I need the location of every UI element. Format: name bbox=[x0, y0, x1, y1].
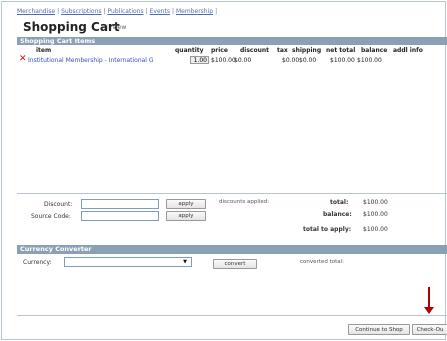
divider bbox=[17, 315, 447, 316]
nav-merchandise[interactable]: Merchandise bbox=[17, 8, 55, 15]
total-to-apply-label: total to apply: bbox=[303, 226, 352, 233]
nav-separator: | bbox=[57, 8, 60, 15]
col-quantity: quantity bbox=[175, 47, 204, 54]
arrow-pointer-icon bbox=[428, 287, 430, 309]
col-net-total: net total bbox=[326, 47, 356, 54]
nav-membership[interactable]: Membership bbox=[176, 8, 213, 15]
remove-item-icon[interactable]: ✕ bbox=[19, 55, 27, 64]
converted-total-label: converted total: bbox=[300, 259, 344, 265]
arrow-head-icon bbox=[424, 307, 434, 314]
view-link[interactable]: View bbox=[112, 24, 126, 31]
currency-section-header: Currency Converter bbox=[17, 245, 447, 254]
col-item: item bbox=[36, 47, 52, 54]
discounts-applied-label: discounts applied: bbox=[219, 199, 270, 205]
nav-events[interactable]: Events bbox=[150, 8, 170, 15]
nav-separator: | bbox=[215, 8, 218, 15]
col-balance: balance bbox=[361, 47, 388, 54]
source-code-label: Source Code: bbox=[31, 213, 71, 220]
source-code-apply-button[interactable]: apply bbox=[166, 211, 206, 221]
continue-to-shop-button[interactable]: Continue to Shop bbox=[348, 324, 410, 335]
col-price: price bbox=[211, 47, 228, 54]
total-to-apply-value: $100.00 bbox=[363, 226, 388, 233]
col-discount: discount bbox=[240, 47, 270, 54]
cart-section-header: Shopping Cart Items bbox=[17, 37, 447, 45]
col-tax: tax bbox=[277, 47, 288, 54]
divider bbox=[17, 193, 447, 194]
balance-value: $100.00 bbox=[363, 211, 388, 218]
title-separator: | bbox=[107, 24, 110, 31]
nav-subscriptions[interactable]: Subscriptions bbox=[61, 8, 101, 15]
cart-item-name[interactable]: Institutional Membership - International… bbox=[28, 57, 154, 64]
top-nav: Merchandise | Subscriptions | Publications | E… bbox=[17, 8, 219, 15]
nav-separator: | bbox=[145, 8, 148, 15]
discount-apply-button[interactable]: apply bbox=[166, 199, 206, 209]
item-shipping: $0.00 bbox=[299, 57, 317, 64]
convert-button[interactable]: convert bbox=[213, 259, 257, 269]
currency-label: Currency: bbox=[23, 259, 52, 266]
balance-label: balance: bbox=[323, 211, 352, 218]
page-subtitle: | View bbox=[107, 24, 126, 31]
item-net-total: $100.00 bbox=[330, 57, 355, 64]
col-addl-info: addl info bbox=[393, 47, 423, 54]
item-tax: $0.00 bbox=[282, 57, 300, 64]
discount-label: Discount: bbox=[44, 201, 73, 208]
item-balance: $100.00 bbox=[357, 57, 382, 64]
nav-publications[interactable]: Publications bbox=[108, 8, 144, 15]
dropdown-arrow-icon[interactable]: ▼ bbox=[183, 259, 187, 265]
nav-separator: | bbox=[103, 8, 106, 15]
nav-separator: | bbox=[171, 8, 174, 15]
check-out-button[interactable]: Check-Ou bbox=[412, 324, 447, 335]
total-label: total: bbox=[330, 199, 349, 206]
source-code-input[interactable] bbox=[81, 211, 159, 221]
page-title: Shopping Cart bbox=[23, 20, 120, 34]
total-value: $100.00 bbox=[363, 199, 388, 206]
col-shipping: shipping bbox=[292, 47, 322, 54]
quantity-input[interactable]: 1.00 bbox=[190, 56, 209, 64]
currency-select[interactable]: ▼ bbox=[64, 257, 192, 267]
item-discount: $0.00 bbox=[234, 57, 252, 64]
item-price: $100.00 bbox=[211, 57, 236, 64]
discount-input[interactable] bbox=[81, 199, 159, 209]
